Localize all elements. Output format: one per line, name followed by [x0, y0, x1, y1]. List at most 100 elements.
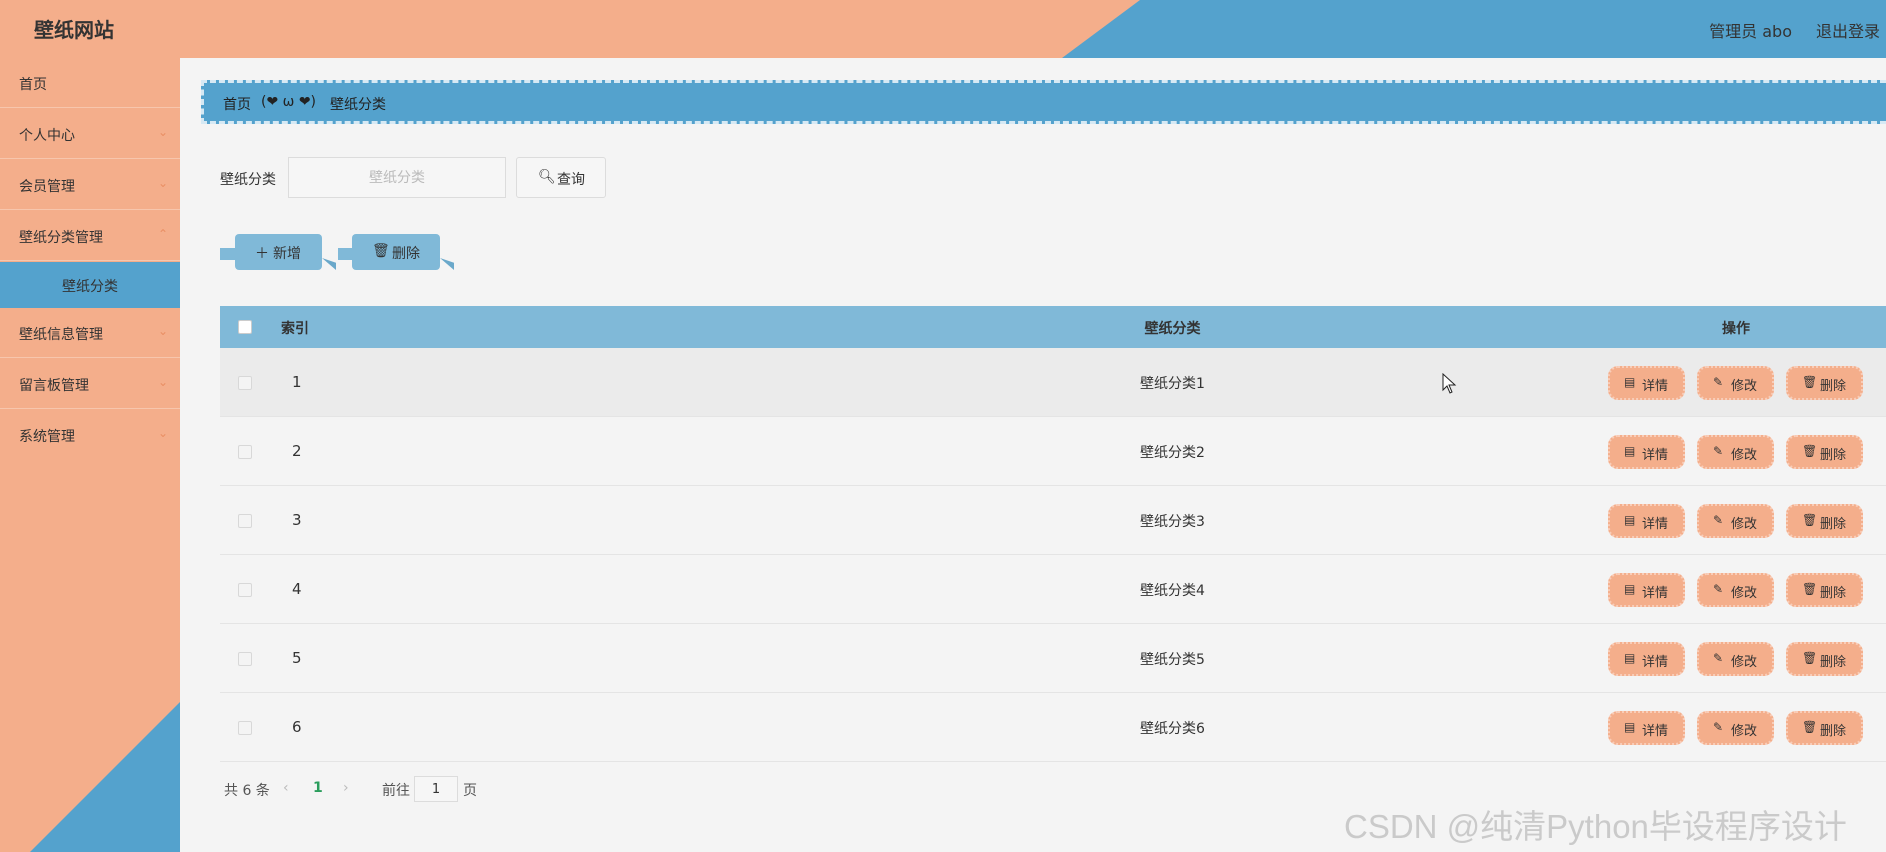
sidebar-item-label: 留言板管理 [19, 378, 89, 394]
next-page-icon[interactable]: › [343, 780, 349, 796]
table-header: 索引 壁纸分类 操作 [220, 306, 1886, 348]
delete-button[interactable]: 🗑︎ 删除 [1786, 573, 1863, 607]
detail-button[interactable]: ▤ 详情 [1608, 435, 1685, 469]
cell-index: 3 [292, 511, 302, 529]
mouse-cursor-icon [1442, 373, 1457, 394]
admin-user-label: 管理员 abo [1709, 22, 1792, 41]
delete-button[interactable]: 🗑︎ 删除 [1786, 435, 1863, 469]
logout-button[interactable]: 退出登录 [1816, 18, 1880, 42]
ribbon-decoration [440, 258, 454, 270]
delete-button-label: 删除 [1820, 724, 1847, 739]
edit-button[interactable]: ✎ 修改 [1697, 642, 1774, 676]
delete-button[interactable]: 🗑︎ 删除 [1786, 642, 1863, 676]
detail-button-label: 详情 [1642, 586, 1669, 601]
pencil-icon: ✎ [1713, 375, 1724, 389]
chevron-down-icon: ⌄ [157, 426, 168, 440]
ribbon-decoration [322, 258, 336, 270]
table-row: 6 壁纸分类6 ▤ 详情 ✎ 修改 🗑︎ 删除 [220, 693, 1886, 762]
edit-button[interactable]: ✎ 修改 [1697, 435, 1774, 469]
edit-button-label: 修改 [1731, 448, 1758, 463]
edit-button[interactable]: ✎ 修改 [1697, 366, 1774, 400]
pencil-icon: ✎ [1713, 513, 1724, 527]
chevron-up-icon: ⌃ [157, 227, 168, 241]
pagination-current-page[interactable]: 1 [313, 780, 323, 796]
trash-icon: 🗑︎ [1802, 444, 1818, 458]
sidebar-item-home[interactable]: 首页 [0, 58, 180, 108]
detail-button-label: 详情 [1642, 517, 1669, 532]
cell-index: 6 [292, 718, 302, 736]
chevron-down-icon: ⌄ [157, 324, 168, 338]
trash-icon: 🗑︎ [1802, 720, 1818, 734]
detail-button-label: 详情 [1642, 379, 1669, 394]
sidebar-corner-decoration [30, 702, 180, 852]
detail-button[interactable]: ▤ 详情 [1608, 642, 1685, 676]
sidebar-item-wallpaper-info[interactable]: 壁纸信息管理 ⌄ [0, 308, 180, 358]
detail-button-label: 详情 [1642, 724, 1669, 739]
trash-icon: 🗑︎ [1802, 513, 1818, 527]
pencil-icon: ✎ [1713, 651, 1724, 665]
trash-icon: 🗑︎ [1802, 375, 1818, 389]
delete-button[interactable]: 🗑︎ 删除 [1786, 711, 1863, 745]
cell-index: 2 [292, 442, 302, 460]
sidebar-item-label: 壁纸分类管理 [19, 230, 103, 246]
edit-button[interactable]: ✎ 修改 [1697, 573, 1774, 607]
delete-button[interactable]: 🗑︎ 删除 [1786, 504, 1863, 538]
chevron-down-icon: ⌄ [157, 375, 168, 389]
edit-button[interactable]: ✎ 修改 [1697, 504, 1774, 538]
sidebar-item-message-board[interactable]: 留言板管理 ⌄ [0, 359, 180, 409]
cell-category: 壁纸分类6 [1140, 721, 1205, 737]
detail-button[interactable]: ▤ 详情 [1608, 504, 1685, 538]
batch-delete-button[interactable]: 🗑︎ 删除 [352, 234, 440, 270]
row-checkbox[interactable] [238, 583, 252, 597]
trash-icon: 🗑︎ [1802, 582, 1818, 596]
sidebar-item-personal-center[interactable]: 个人中心 ⌄ [0, 109, 180, 159]
sidebar-item-system-management[interactable]: 系统管理 ⌄ [0, 410, 180, 460]
search-label: 壁纸分类 [220, 172, 276, 188]
delete-button[interactable]: 🗑︎ 删除 [1786, 366, 1863, 400]
edit-button[interactable]: ✎ 修改 [1697, 711, 1774, 745]
plus-icon: ＋ [255, 246, 269, 262]
document-icon: ▤ [1624, 375, 1636, 389]
pencil-icon: ✎ [1713, 444, 1724, 458]
edit-button-label: 修改 [1731, 724, 1758, 739]
document-icon: ▤ [1624, 513, 1636, 527]
column-header-category: 壁纸分类 [1144, 321, 1201, 337]
row-checkbox[interactable] [238, 721, 252, 735]
detail-button[interactable]: ▤ 详情 [1608, 573, 1685, 607]
document-icon: ▤ [1624, 444, 1636, 458]
pencil-icon: ✎ [1713, 720, 1724, 734]
sidebar-subitem-wallpaper-category[interactable]: 壁纸分类 [0, 262, 180, 308]
edit-button-label: 修改 [1731, 655, 1758, 670]
header-background [0, 0, 1140, 58]
add-button[interactable]: ＋ 新增 [235, 234, 322, 270]
row-checkbox[interactable] [238, 445, 252, 459]
delete-button-label: 删除 [1820, 379, 1847, 394]
pagination-goto-input[interactable] [414, 776, 458, 802]
sidebar-item-member-management[interactable]: 会员管理 ⌄ [0, 160, 180, 210]
edit-button-label: 修改 [1731, 586, 1758, 601]
select-all-checkbox[interactable] [238, 320, 252, 334]
pencil-icon: ✎ [1713, 582, 1724, 596]
sidebar-item-label: 壁纸分类 [62, 279, 118, 295]
edit-button-label: 修改 [1731, 517, 1758, 532]
ribbon-decoration [220, 248, 236, 260]
prev-page-icon[interactable]: ‹ [283, 780, 289, 796]
row-checkbox[interactable] [238, 652, 252, 666]
row-checkbox[interactable] [238, 376, 252, 390]
sidebar-item-label: 个人中心 [19, 128, 75, 144]
delete-button-label: 删除 [1820, 517, 1847, 532]
detail-button[interactable]: ▤ 详情 [1608, 366, 1685, 400]
table-row: 1 壁纸分类1 ▤ 详情 ✎ 修改 🗑︎ 删除 [220, 348, 1886, 417]
breadcrumb-home[interactable]: 首页 [223, 94, 251, 114]
sidebar-item-label: 会员管理 [19, 179, 75, 195]
batch-delete-button-label: 删除 [392, 246, 420, 262]
cell-category: 壁纸分类4 [1140, 583, 1205, 599]
detail-button[interactable]: ▤ 详情 [1608, 711, 1685, 745]
trash-icon: 🗑︎ [372, 243, 390, 259]
sidebar-item-category-management[interactable]: 壁纸分类管理 ⌃ [0, 211, 180, 261]
chevron-down-icon: ⌄ [157, 176, 168, 190]
category-search-input[interactable] [288, 157, 506, 198]
row-checkbox[interactable] [238, 514, 252, 528]
query-button[interactable]: 🔍︎ 查询 [516, 157, 606, 198]
top-header: 壁纸网站 管理员 abo 退出登录 [0, 0, 1886, 58]
